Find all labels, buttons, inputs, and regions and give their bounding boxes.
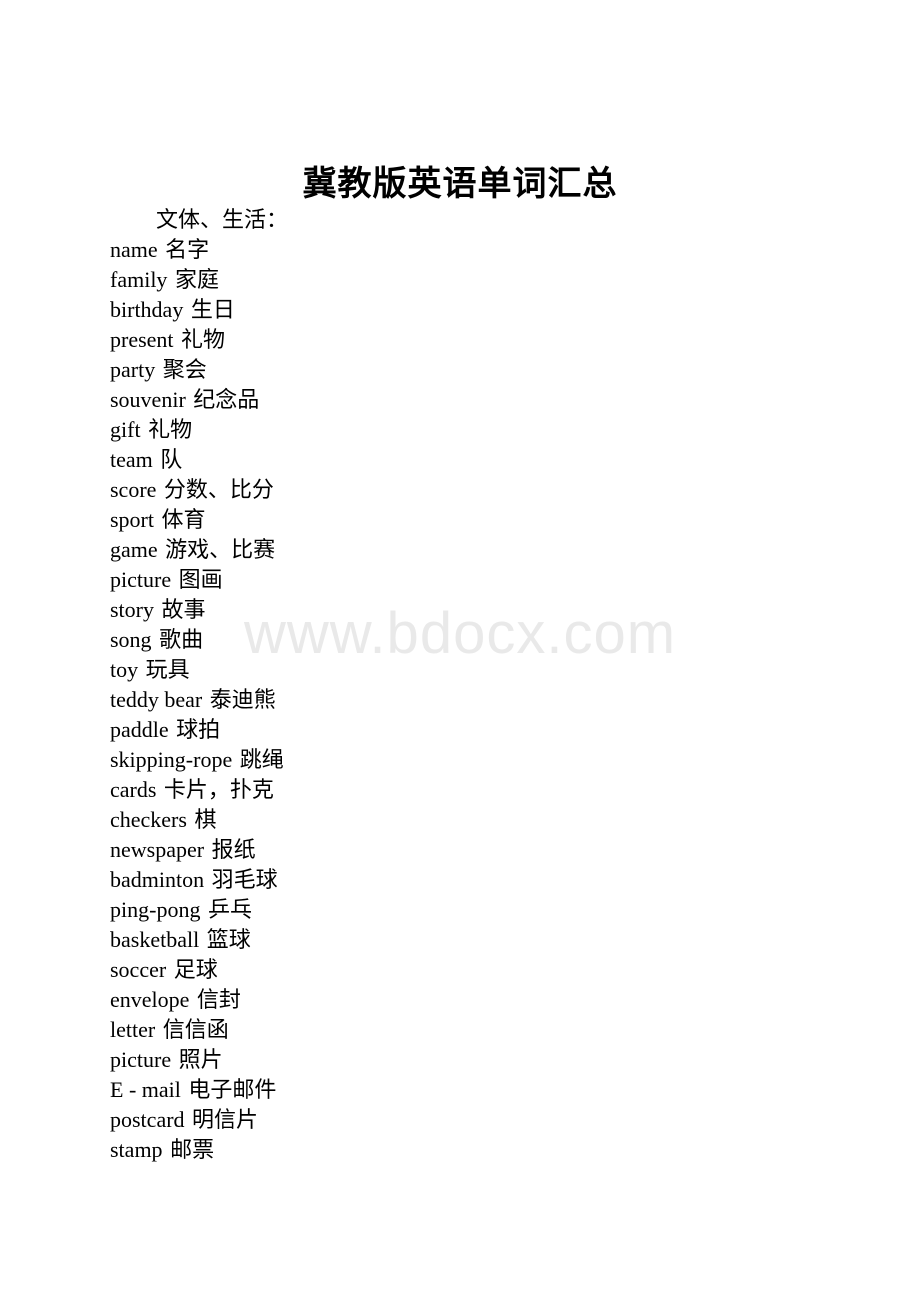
document-page: www.bdocx.com 冀教版英语单词汇总 文体、生活： name 名字 fa… (0, 0, 920, 1302)
word-chinese: 礼物 (181, 327, 226, 352)
word-chinese: 棋 (194, 807, 217, 832)
word-english: soccer (110, 957, 167, 982)
word-english: newspaper (110, 837, 205, 862)
word-list-block: 文体、生活： name 名字 family 家庭 birthday 生日 presen… (110, 205, 870, 1165)
word-chinese: 生日 (190, 297, 235, 322)
word-english: skipping-rope (110, 747, 233, 772)
word-chinese: 游戏、比赛 (165, 537, 276, 562)
word-chinese: 名字 (165, 237, 210, 262)
word-chinese: 体育 (161, 507, 206, 532)
word-entry: newspaper 报纸 (110, 835, 870, 865)
word-entry: soccer 足球 (110, 955, 870, 985)
word-chinese: 邮票 (170, 1137, 215, 1162)
word-chinese: 信信函 (162, 1017, 229, 1042)
word-english: envelope (110, 987, 190, 1012)
word-chinese: 羽毛球 (211, 867, 278, 892)
word-entry: score 分数、比分 (110, 475, 870, 505)
section-heading: 文体、生活： (156, 207, 289, 232)
word-english: ping-pong (110, 897, 201, 922)
word-chinese: 图画 (178, 567, 223, 592)
word-english: basketball (110, 927, 200, 952)
word-entry: toy 玩具 (110, 655, 870, 685)
word-english: E - mail (110, 1077, 181, 1102)
word-english: score (110, 477, 157, 502)
word-entry: checkers 棋 (110, 805, 870, 835)
word-entry: paddle 球拍 (110, 715, 870, 745)
word-english: birthday (110, 297, 184, 322)
word-chinese: 照片 (178, 1047, 223, 1072)
word-entry: basketball 篮球 (110, 925, 870, 955)
word-chinese: 明信片 (192, 1107, 259, 1132)
word-entry: teddy bear 泰迪熊 (110, 685, 870, 715)
word-chinese: 球拍 (176, 717, 221, 742)
word-entry: sport 体育 (110, 505, 870, 535)
word-english: picture (110, 567, 172, 592)
word-english: badminton (110, 867, 205, 892)
word-english: souvenir (110, 387, 186, 412)
word-english: sport (110, 507, 154, 532)
word-entry: story 故事 (110, 595, 870, 625)
word-entry: postcard 明信片 (110, 1105, 870, 1135)
word-english: letter (110, 1017, 156, 1042)
word-entry: birthday 生日 (110, 295, 870, 325)
word-entry: present 礼物 (110, 325, 870, 355)
word-english: team (110, 447, 153, 472)
word-chinese: 玩具 (145, 657, 190, 682)
word-chinese: 队 (160, 447, 183, 472)
word-chinese: 分数、比分 (163, 477, 274, 502)
word-english: cards (110, 777, 157, 802)
word-entry: picture 照片 (110, 1045, 870, 1075)
word-chinese: 足球 (173, 957, 218, 982)
word-chinese: 报纸 (211, 837, 256, 862)
word-english: present (110, 327, 174, 352)
word-chinese: 故事 (161, 597, 206, 622)
word-entry: ping-pong 乒乓 (110, 895, 870, 925)
word-english: toy (110, 657, 139, 682)
word-chinese: 乒乓 (207, 897, 252, 922)
word-entry: gift 礼物 (110, 415, 870, 445)
word-entry: cards 卡片，扑克 (110, 775, 870, 805)
word-entry: picture 图画 (110, 565, 870, 595)
word-chinese: 礼物 (148, 417, 193, 442)
word-english: checkers (110, 807, 187, 832)
page-title: 冀教版英语单词汇总 (302, 165, 618, 203)
word-entry: name 名字 (110, 235, 870, 265)
word-entry: letter 信信函 (110, 1015, 870, 1045)
word-chinese: 歌曲 (159, 627, 204, 652)
word-chinese: 纪念品 (193, 387, 260, 412)
word-english: song (110, 627, 152, 652)
word-chinese: 聚会 (162, 357, 207, 382)
word-entry: game 游戏、比赛 (110, 535, 870, 565)
word-entry: party 聚会 (110, 355, 870, 385)
word-chinese: 跳绳 (239, 747, 284, 772)
word-english: name (110, 237, 158, 262)
word-list: name 名字 family 家庭 birthday 生日 present 礼物 par… (110, 235, 870, 1165)
word-entry: E - mail 电子邮件 (110, 1075, 870, 1105)
word-entry: song 歌曲 (110, 625, 870, 655)
word-english: picture (110, 1047, 172, 1072)
word-english: teddy bear (110, 687, 203, 712)
word-chinese: 泰迪熊 (209, 687, 276, 712)
word-chinese: 家庭 (174, 267, 219, 292)
word-english: game (110, 537, 158, 562)
word-chinese: 篮球 (206, 927, 251, 952)
word-entry: envelope 信封 (110, 985, 870, 1015)
word-english: paddle (110, 717, 169, 742)
word-entry: souvenir 纪念品 (110, 385, 870, 415)
word-english: stamp (110, 1137, 163, 1162)
word-entry: family 家庭 (110, 265, 870, 295)
word-entry: skipping-rope 跳绳 (110, 745, 870, 775)
word-entry: team 队 (110, 445, 870, 475)
word-entry: badminton 羽毛球 (110, 865, 870, 895)
word-english: story (110, 597, 154, 622)
word-english: party (110, 357, 156, 382)
word-chinese: 电子邮件 (188, 1077, 277, 1102)
word-english: gift (110, 417, 141, 442)
word-entry: stamp 邮票 (110, 1135, 870, 1165)
word-english: family (110, 267, 168, 292)
word-chinese: 信封 (196, 987, 241, 1012)
word-english: postcard (110, 1107, 185, 1132)
word-chinese: 卡片，扑克 (163, 777, 274, 802)
